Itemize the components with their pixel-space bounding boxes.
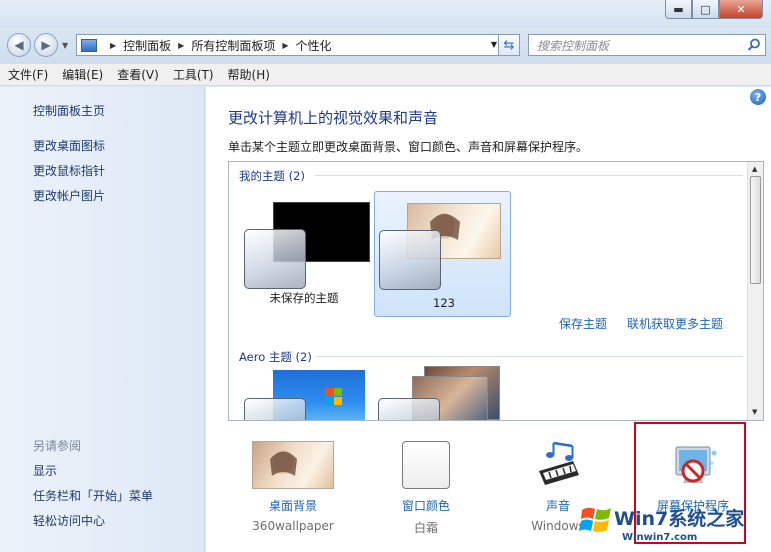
title-bar: ▬ □ ✕ xyxy=(0,0,771,28)
scroll-up-icon[interactable]: ▲ xyxy=(752,165,757,173)
see-also-display[interactable]: 显示 xyxy=(33,462,57,479)
back-button[interactable]: ◀ xyxy=(7,33,31,57)
theme-list-scrollbar[interactable]: ▲ ▼ xyxy=(747,162,763,420)
help-icon[interactable]: ? xyxy=(750,89,766,105)
sidebar-link-account-picture[interactable]: 更改帐户图片 xyxy=(33,187,105,204)
scroll-thumb[interactable] xyxy=(750,176,761,284)
window-controls: ▬ □ ✕ xyxy=(665,0,763,19)
see-also-heading: 另请参阅 xyxy=(33,439,82,453)
sidebar-link-mouse-pointer[interactable]: 更改鼠标指针 xyxy=(33,162,105,179)
menu-help[interactable]: 帮助(H) xyxy=(228,66,270,83)
search-icon[interactable] xyxy=(747,38,761,52)
watermark-text: Win7系统之家 xyxy=(614,508,745,530)
page-subtitle: 单击某个主题立即更改桌面背景、窗口颜色、声音和屏幕保护程序。 xyxy=(228,140,589,154)
group-divider xyxy=(315,356,743,357)
desktop-background-label[interactable]: 桌面背景 xyxy=(238,497,348,514)
window-preview xyxy=(244,398,306,420)
search-placeholder: 搜索控制面板 xyxy=(537,38,610,53)
menu-edit[interactable]: 编辑(E) xyxy=(62,66,103,83)
desktop-background-thumbnail xyxy=(252,441,334,489)
minimize-button[interactable]: ▬ xyxy=(665,0,692,19)
breadcrumb-item[interactable]: 所有控制面板项 xyxy=(191,37,275,54)
close-button[interactable]: ✕ xyxy=(719,0,763,19)
history-dropdown-icon[interactable]: ▼ xyxy=(62,41,68,50)
sounds-icon xyxy=(539,441,579,485)
window-preview xyxy=(244,229,306,289)
sidebar-link-desktop-icons[interactable]: 更改桌面图标 xyxy=(33,137,105,154)
breadcrumb-separator-icon[interactable]: ▶ xyxy=(282,41,288,50)
menu-file[interactable]: 文件(F) xyxy=(8,66,48,83)
forward-button[interactable]: ▶ xyxy=(34,33,58,57)
menu-tools[interactable]: 工具(T) xyxy=(173,66,214,83)
watermark: Win7系统之家 Winwin7.com xyxy=(578,496,768,548)
page-title: 更改计算机上的视觉效果和声音 xyxy=(228,109,439,127)
save-theme-link[interactable]: 保存主题 xyxy=(559,315,607,332)
window-preview xyxy=(378,398,440,420)
address-dropdown-icon[interactable]: ▼ xyxy=(491,40,497,49)
group-divider xyxy=(315,175,743,176)
desktop-background-value: 360wallpaper xyxy=(252,519,334,533)
see-also-taskbar[interactable]: 任务栏和「开始」菜单 xyxy=(33,487,153,504)
refresh-button[interactable]: ⇆ xyxy=(498,34,520,56)
address-bar[interactable]: ▶ 控制面板 ▶ 所有控制面板项 ▶ 个性化 ▼ xyxy=(76,34,520,56)
breadcrumb-separator-icon[interactable]: ▶ xyxy=(178,41,184,50)
windows-flag-icon xyxy=(579,507,611,532)
theme-list: 我的主题 (2) 未保存的主题 123 保存主题 联机获取更多主题 Aero 主… xyxy=(228,161,764,421)
see-also-ease-of-access[interactable]: 轻松访问中心 xyxy=(33,512,105,529)
refresh-icon: ⇆ xyxy=(503,37,515,53)
search-input[interactable]: 搜索控制面板 xyxy=(528,34,766,56)
theme-label: 123 xyxy=(433,296,455,310)
arrow-left-icon: ◀ xyxy=(14,38,24,52)
window-color-value: 白霜 xyxy=(413,521,438,535)
window-color-label[interactable]: 窗口颜色 xyxy=(371,497,481,514)
theme-item-aero[interactable] xyxy=(229,362,374,420)
theme-item-aero[interactable] xyxy=(374,362,519,420)
breadcrumb-item[interactable]: 控制面板 xyxy=(123,37,171,54)
window-preview xyxy=(379,230,441,290)
theme-item-selected[interactable]: 123 xyxy=(374,191,511,317)
portrait-image-icon xyxy=(270,450,297,476)
menu-bar: 文件(F) 编辑(E) 查看(V) 工具(T) 帮助(H) xyxy=(0,64,771,86)
scroll-down-icon[interactable]: ▼ xyxy=(752,408,757,416)
sidebar: 控制面板主页 更改桌面图标 更改鼠标指针 更改帐户图片 另请参阅 显示 任务栏和… xyxy=(0,87,205,552)
theme-item-unsaved[interactable]: 未保存的主题 xyxy=(229,162,374,322)
window-color-swatch xyxy=(402,441,450,489)
breadcrumb-separator-icon[interactable]: ▶ xyxy=(110,41,116,50)
watermark-url: Winwin7.com xyxy=(622,532,698,543)
breadcrumb-item[interactable]: 个性化 xyxy=(296,37,332,54)
get-more-themes-link[interactable]: 联机获取更多主题 xyxy=(627,315,723,332)
menu-view[interactable]: 查看(V) xyxy=(117,66,159,83)
sidebar-link-control-panel-home[interactable]: 控制面板主页 xyxy=(33,102,105,119)
maximize-button[interactable]: □ xyxy=(692,0,719,19)
control-panel-icon xyxy=(81,38,97,52)
theme-label: 未保存的主题 xyxy=(269,291,339,305)
address-row: ◀ ▶ ▼ ▶ 控制面板 ▶ 所有控制面板项 ▶ 个性化 ▼ ⇆ 搜索控制面板 xyxy=(0,28,771,64)
arrow-right-icon: ▶ xyxy=(41,38,51,52)
